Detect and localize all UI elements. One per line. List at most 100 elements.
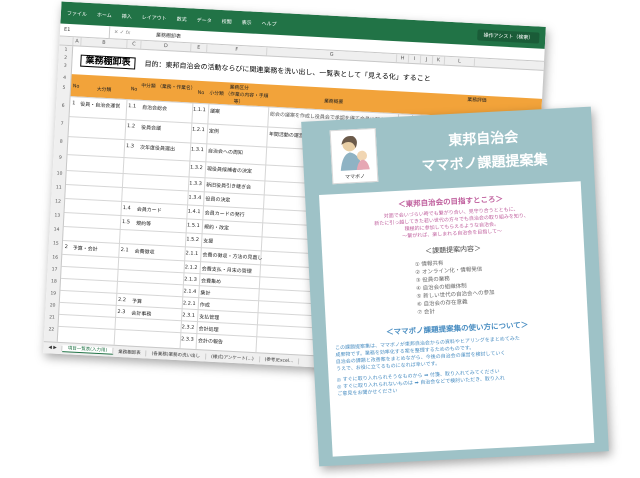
cell[interactable]: 予算・会計 <box>72 244 97 252</box>
sheet-tab[interactable]: (各業務)業務の洗い出し <box>146 349 207 360</box>
ribbon-tab-review[interactable]: 校閲 <box>222 17 232 25</box>
cell[interactable]: 2.3.3 <box>181 336 194 343</box>
cell[interactable]: 1.5.1 <box>187 222 200 229</box>
cell[interactable]: 1.1.1 <box>193 107 206 114</box>
row-header[interactable]: 15 <box>49 241 63 247</box>
cell[interactable]: 次年度役員選出 <box>140 144 175 153</box>
cell[interactable]: 会計の報告 <box>198 337 223 345</box>
cell[interactable]: 2.3 <box>117 309 125 315</box>
cell[interactable]: 1.3 <box>126 143 134 149</box>
cell[interactable]: 会計処理 <box>198 325 218 333</box>
cell[interactable]: 規約・改定 <box>204 223 229 231</box>
sheet-tab[interactable]: (参考)Excel... <box>259 355 300 364</box>
cell[interactable]: 2.1.2 <box>185 264 198 271</box>
cell[interactable]: 2.3.1 <box>182 312 195 319</box>
sheet-title[interactable]: 業務棚卸表 <box>80 54 136 70</box>
cell[interactable]: 会員カードの発行 <box>204 209 244 218</box>
cell[interactable]: 1.3.2 <box>190 165 203 172</box>
row-header[interactable]: 11 <box>52 185 66 191</box>
select-all-corner[interactable] <box>59 36 74 46</box>
header-no[interactable]: No <box>71 84 81 90</box>
cell[interactable]: 2.1 <box>120 247 128 253</box>
cell[interactable]: 1.4 <box>123 205 131 211</box>
cell[interactable]: 役員・自治会運営 <box>80 101 120 110</box>
header-no[interactable]: No <box>127 87 141 93</box>
cell[interactable]: 支払管理 <box>199 313 219 321</box>
column-header[interactable]: C <box>127 40 142 49</box>
row-header[interactable]: 10 <box>52 171 66 177</box>
row-header[interactable]: 1 <box>59 47 73 53</box>
cell[interactable]: 定例 <box>209 127 219 135</box>
ribbon-tab-home[interactable]: ホーム <box>97 11 112 19</box>
cell[interactable]: 1.5.2 <box>186 236 199 243</box>
row-header[interactable]: 8 <box>54 139 68 145</box>
row-header[interactable]: 6 <box>56 103 70 109</box>
sheet-nav-arrows[interactable]: ◀ ▶ <box>43 345 63 352</box>
cell[interactable]: 年間活動の運営 <box>269 131 304 140</box>
row-header[interactable]: 18 <box>47 279 61 285</box>
row-header[interactable]: 12 <box>51 199 65 205</box>
cell[interactable]: 2.1.3 <box>184 276 197 283</box>
cell[interactable]: 自治会への周知 <box>208 147 243 156</box>
cell[interactable]: 1.2 <box>127 123 135 129</box>
cell[interactable]: 2.3.2 <box>182 324 195 331</box>
ribbon-tab-data[interactable]: データ <box>197 16 212 24</box>
row-header[interactable]: 13 <box>50 213 64 219</box>
cell[interactable]: 2.1.4 <box>183 288 196 295</box>
row-header[interactable]: 3 <box>58 63 72 69</box>
column-header[interactable]: J <box>420 55 434 65</box>
header-no[interactable]: No <box>193 91 209 97</box>
sheet-tab[interactable]: 業務棚卸表 <box>113 348 147 356</box>
sheet-tab[interactable]: 項目一覧表(入力用) <box>62 345 114 355</box>
cell[interactable]: 議案 <box>210 107 220 115</box>
ribbon-tab-formulas[interactable]: 数式 <box>177 15 187 23</box>
row-header[interactable]: 5 <box>57 85 71 91</box>
ribbon-tab-insert[interactable]: 挿入 <box>122 12 132 20</box>
row-header[interactable]: 9 <box>53 155 67 161</box>
row-header[interactable]: 22 <box>44 327 58 333</box>
ribbon-tab-help[interactable]: ヘルプ <box>261 20 276 28</box>
cell[interactable]: 自治会総会 <box>142 104 167 112</box>
cell[interactable]: 集計 <box>200 289 210 297</box>
row-header[interactable]: 2 <box>58 55 72 61</box>
cell[interactable]: 1.3.3 <box>189 180 202 187</box>
cell[interactable]: 会員カード <box>137 206 162 214</box>
row-header[interactable]: 4 <box>57 75 71 81</box>
column-header[interactable]: L <box>444 56 476 67</box>
cell[interactable]: 新旧役員引き継ぎ会 <box>206 181 251 190</box>
cell[interactable]: 会計事務 <box>131 310 151 318</box>
row-header[interactable]: 20 <box>45 303 59 309</box>
cell[interactable]: 作成 <box>200 301 210 309</box>
cell[interactable]: 規約等 <box>136 220 151 228</box>
cell[interactable]: 1.3.1 <box>191 147 204 154</box>
cell[interactable]: 役員会議 <box>141 124 161 132</box>
row-header[interactable]: 7 <box>55 121 69 127</box>
ribbon-tab-layout[interactable]: レイアウト <box>142 13 167 21</box>
row-header[interactable]: 21 <box>45 315 59 321</box>
cell[interactable]: 会費の徴収・方法の見直し <box>202 251 262 261</box>
cell[interactable]: 会費集め <box>201 277 221 285</box>
cell[interactable]: 会費徴収 <box>134 248 154 256</box>
cell[interactable]: 2 <box>65 244 68 250</box>
cell[interactable]: 現役員候補者の決定 <box>207 165 252 174</box>
cell[interactable]: 1.1 <box>128 103 136 109</box>
cell[interactable]: 予算 <box>132 298 142 306</box>
formula-input[interactable]: 業務棚卸表 <box>150 31 181 39</box>
cell[interactable]: 1.5 <box>122 219 130 225</box>
ribbon-tab-file[interactable]: ファイル <box>67 9 87 17</box>
cell[interactable]: 2.2.1 <box>183 300 196 307</box>
cell[interactable]: 2.1.1 <box>185 250 198 257</box>
cell[interactable]: 1.3.4 <box>188 194 201 201</box>
cell[interactable]: 1.2.1 <box>192 127 205 134</box>
row-header[interactable]: 14 <box>49 227 63 233</box>
cell[interactable]: 1 <box>72 100 75 106</box>
cell[interactable]: 1.4.1 <box>188 208 201 215</box>
cell[interactable]: 2.2 <box>118 297 126 303</box>
sheet-tab[interactable]: (様式)アンケート(...) <box>205 353 260 362</box>
row-header[interactable]: 16 <box>48 255 62 261</box>
ribbon-tab-view[interactable]: 表示 <box>241 19 251 27</box>
row-header[interactable]: 19 <box>46 291 60 297</box>
search-box[interactable]: 操作アシスト（検索） <box>477 28 540 44</box>
row-header[interactable]: 17 <box>47 267 61 273</box>
cell[interactable]: 支援 <box>203 237 213 245</box>
